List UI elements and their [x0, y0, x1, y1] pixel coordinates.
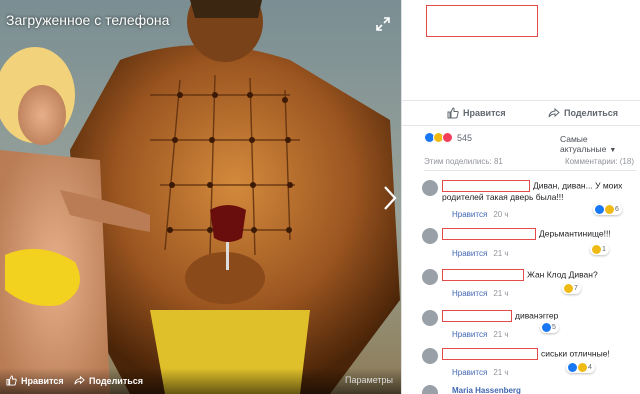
- comment-reactions[interactable]: 7: [562, 283, 581, 294]
- comment-reaction-count: 4: [588, 364, 592, 371]
- haha-reaction-icon: [592, 245, 601, 254]
- comment-bubble: Диван, диван... У моих родителей такая д…: [442, 180, 632, 203]
- photo-like-button[interactable]: Нравится: [6, 375, 64, 386]
- comment-text: диванэггер: [515, 310, 559, 321]
- photo-action-bar: Нравится Поделиться Параметры: [0, 368, 401, 394]
- haha-reaction-icon: [605, 205, 614, 214]
- post-share-label: Поделиться: [564, 108, 619, 118]
- photo-viewer: Загруженное с телефона Нравится Поделить…: [0, 0, 401, 394]
- photo-like-label: Нравится: [21, 375, 64, 386]
- comment-time[interactable]: 21 ч: [493, 289, 508, 298]
- comment-meta: Нравится 21 ч: [452, 249, 509, 258]
- like-reaction-icon: [568, 363, 577, 372]
- expand-icon[interactable]: [375, 16, 391, 32]
- post-like-label: Нравится: [463, 108, 506, 118]
- reaction-count: 545: [457, 132, 473, 143]
- comment-bubble: Дерьмантинище!!!: [442, 228, 611, 240]
- comment-text: сиськи отличные!: [541, 348, 610, 359]
- haha-reaction-icon: [564, 284, 573, 293]
- comment-time[interactable]: 21 ч: [493, 368, 508, 377]
- comment-text: Дерьмантинище!!!: [539, 228, 611, 239]
- comment-bubble: Жан Клод Диван?: [442, 269, 598, 281]
- comment-like-link[interactable]: Нравится: [452, 289, 487, 298]
- comment-reactions[interactable]: 6: [593, 204, 622, 215]
- sort-label: Самые актуальные: [560, 134, 607, 154]
- comments-count: Комментарии: (18): [564, 157, 634, 166]
- comment-reactions[interactable]: 1: [590, 244, 609, 255]
- post-side-panel: Нравится Поделиться 545 Самые актуальные…: [401, 0, 640, 394]
- like-reaction-icon: [595, 205, 604, 214]
- reaction-summary[interactable]: 545: [424, 132, 472, 143]
- comment-reaction-count: 1: [602, 246, 606, 253]
- avatar[interactable]: [422, 385, 438, 394]
- thumbs-up-icon: [447, 107, 459, 119]
- comment-author-name[interactable]: Maria Hassenberg: [452, 386, 521, 394]
- share-arrow-icon: [74, 375, 85, 385]
- author-name-redaction: [442, 269, 524, 281]
- comment-reaction-count: 5: [552, 324, 556, 331]
- photo-image[interactable]: [0, 0, 401, 394]
- love-reaction-icon: [442, 132, 453, 143]
- caret-down-icon: ▼: [609, 147, 617, 154]
- comment-reaction-count: 7: [574, 285, 578, 292]
- comment-like-link[interactable]: Нравится: [452, 330, 487, 339]
- comment-meta: Нравится 20 ч: [452, 210, 509, 219]
- comment-time[interactable]: 21 ч: [493, 330, 508, 339]
- comment-reaction-count: 6: [615, 206, 619, 213]
- avatar[interactable]: [422, 269, 438, 285]
- author-name-redaction: [442, 348, 538, 360]
- share-arrow-icon: [548, 107, 560, 118]
- photo-options-button[interactable]: Параметры: [345, 375, 393, 385]
- poster-name-redaction: [426, 5, 538, 37]
- comment-sort-dropdown[interactable]: Самые актуальные ▼: [560, 134, 640, 154]
- comment-time[interactable]: 21 ч: [493, 249, 508, 258]
- haha-reaction-icon: [578, 363, 587, 372]
- author-name-redaction: [442, 228, 536, 240]
- comment-like-link[interactable]: Нравится: [452, 210, 487, 219]
- comment-like-link[interactable]: Нравится: [452, 368, 487, 377]
- comment-bubble: диванэггер: [442, 310, 558, 322]
- post-like-button[interactable]: Нравится: [447, 107, 506, 119]
- comment-bubble: сиськи отличные!: [442, 348, 610, 360]
- comment-reactions[interactable]: 5: [540, 322, 559, 333]
- comment-like-link[interactable]: Нравится: [452, 249, 487, 258]
- author-name-redaction: [442, 180, 530, 192]
- post-actions-bar: Нравится Поделиться: [402, 100, 640, 126]
- avatar[interactable]: [422, 228, 438, 244]
- post-share-button[interactable]: Поделиться: [548, 107, 618, 119]
- avatar[interactable]: [422, 348, 438, 364]
- avatar[interactable]: [422, 180, 438, 196]
- comment-text: Жан Клод Диван?: [527, 269, 598, 280]
- shares-count-link[interactable]: Этим поделились: 81: [424, 157, 503, 166]
- avatar[interactable]: [422, 310, 438, 326]
- comment-reactions[interactable]: 4: [566, 362, 595, 373]
- photo-title: Загруженное с телефона: [6, 12, 170, 28]
- comment-time[interactable]: 20 ч: [493, 210, 508, 219]
- next-photo-chevron-icon[interactable]: [383, 185, 397, 211]
- comment-meta: Нравится 21 ч: [452, 330, 509, 339]
- comment-meta: Нравится 21 ч: [452, 289, 509, 298]
- comment-meta: Нравится 21 ч: [452, 368, 509, 377]
- divider: [424, 170, 636, 171]
- photo-share-label: Поделиться: [89, 375, 144, 386]
- like-reaction-icon: [542, 323, 551, 332]
- author-name-redaction: [442, 310, 512, 322]
- thumbs-up-icon: [6, 375, 17, 386]
- photo-share-button[interactable]: Поделиться: [74, 375, 143, 386]
